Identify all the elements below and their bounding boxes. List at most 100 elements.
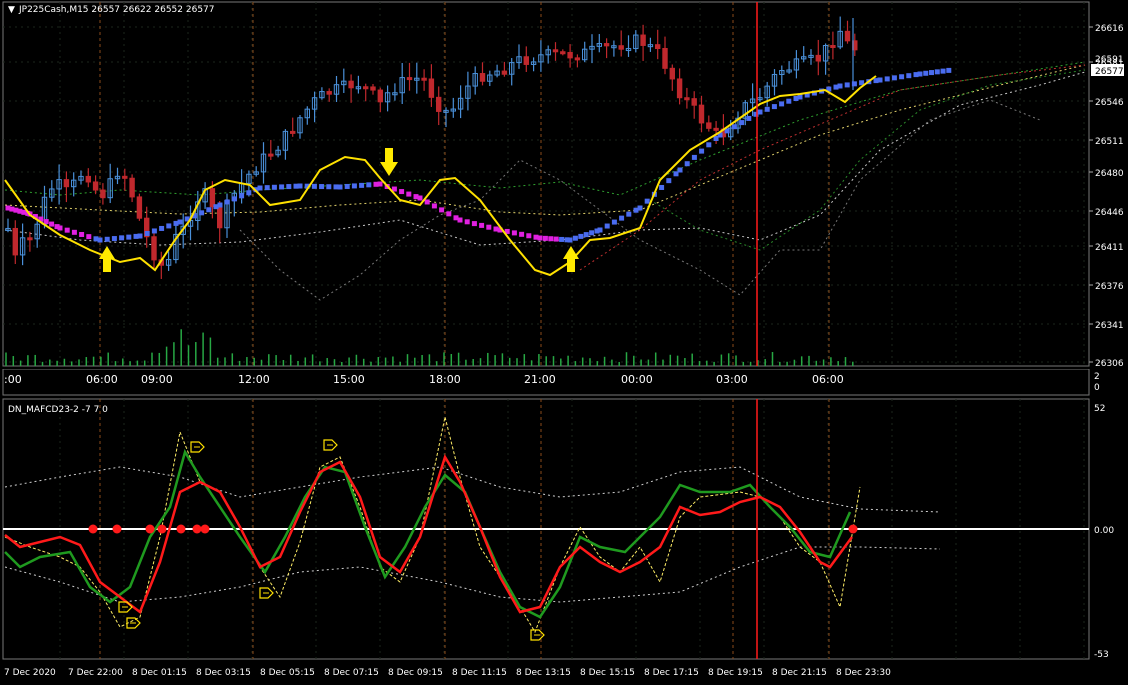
candle-body[interactable] [713, 127, 719, 131]
price-tick-label: 26376 [1095, 282, 1124, 292]
candle-body[interactable] [136, 196, 143, 219]
zero-cross-dot [145, 524, 155, 534]
candle-body[interactable] [574, 57, 581, 61]
candle-body[interactable] [706, 122, 712, 129]
time-tick-label: 06:00 [86, 373, 118, 386]
trend-ma-point [97, 237, 103, 243]
trend-ma-point [417, 195, 423, 201]
trend-ma-point [731, 124, 737, 130]
date-tick-label: 8 Dec 11:15 [452, 668, 507, 678]
zero-cross-dot [157, 524, 167, 534]
time-tick-label: 00:00 [621, 373, 653, 386]
date-tick-label: 8 Dec 05:15 [260, 668, 315, 678]
date-tick-label: 8 Dec 21:15 [772, 668, 827, 678]
trend-ma-point [264, 185, 270, 191]
price-chart-canvas[interactable]: ▼ JP225Cash,M15 26557 26622 26552 26577 … [0, 0, 1128, 369]
indicator-scale-top: 52 [1094, 404, 1105, 414]
time-tick-label: 03:00 [716, 373, 748, 386]
trend-ma-point [786, 98, 792, 104]
candle-body[interactable] [815, 54, 821, 62]
candle-body[interactable] [348, 80, 354, 89]
candle-body[interactable] [63, 179, 70, 188]
time-axis-strip[interactable]: :00 06:00 09:00 12:00 15:00 18:00 21:00 00:00 03… [0, 368, 1128, 397]
candle-body[interactable] [669, 67, 675, 80]
candle-body[interactable] [603, 43, 610, 47]
candle-body[interactable] [12, 227, 19, 256]
trend-ma-point [567, 237, 573, 243]
trend-ma-point [940, 68, 946, 74]
trend-ma-point [239, 193, 245, 199]
candle-body[interactable] [122, 175, 128, 179]
candle-body[interactable] [560, 51, 566, 55]
time-tick-label: 18:00 [429, 373, 461, 386]
trend-ma-point [666, 178, 672, 184]
trend-ma-point [659, 184, 665, 190]
candle-body[interactable] [85, 175, 91, 183]
candle-body[interactable] [326, 91, 332, 95]
trend-ma-point [424, 199, 430, 205]
trend-ma-point [542, 235, 548, 241]
date-axis-strip[interactable]: 7 Dec 2020 7 Dec 22:00 8 Dec 01:15 8 Dec 03… [0, 661, 1128, 681]
trend-ma-point [906, 73, 912, 79]
candle-body[interactable] [479, 73, 486, 82]
candle-body[interactable] [501, 70, 508, 75]
candle-body[interactable] [662, 48, 668, 69]
chart-menu-icon[interactable]: ▼ [8, 5, 15, 15]
time-tick-label: 15:00 [333, 373, 365, 386]
candle-body[interactable] [27, 237, 33, 241]
candle-body[interactable] [209, 188, 216, 208]
trend-ma-point [589, 230, 595, 236]
candle-body[interactable] [655, 44, 661, 50]
candle-body[interactable] [370, 86, 376, 91]
candle-body[interactable] [421, 77, 427, 81]
indicator-pane[interactable]: DN_MAFCD23-2 -7 7 0 52 0.00 -53 [0, 397, 1128, 661]
trend-ma-point [279, 184, 285, 190]
date-tick-label: 8 Dec 17:15 [644, 668, 699, 678]
candle-body[interactable] [268, 153, 274, 157]
indicator-canvas[interactable]: DN_MAFCD23-2 -7 7 0 52 0.00 -53 [0, 397, 1128, 661]
candle-body[interactable] [217, 206, 223, 229]
candle-body[interactable] [640, 34, 646, 46]
trend-ma-point [137, 233, 143, 239]
candle-body[interactable] [684, 97, 690, 101]
candle-body[interactable] [290, 130, 296, 134]
candle-body[interactable] [100, 189, 106, 199]
candle-body[interactable] [523, 56, 529, 65]
trend-ma-point [877, 77, 883, 83]
candle-body[interactable] [552, 49, 559, 53]
indicator-scale-bottom: -53 [1094, 650, 1109, 660]
candle-body[interactable] [428, 78, 435, 98]
trend-ma-point [457, 217, 463, 223]
candle-body[interactable] [436, 96, 442, 112]
candle-body[interactable] [363, 86, 369, 90]
trend-ma-point [344, 183, 350, 189]
candle-body[interactable] [830, 45, 836, 49]
candle-body[interactable] [618, 45, 624, 50]
trend-ma-point [337, 184, 343, 190]
date-tick-label: 8 Dec 23:30 [836, 668, 891, 678]
trend-ma-point [231, 196, 237, 202]
candle-body[interactable] [698, 104, 705, 124]
candle-body[interactable] [567, 51, 573, 59]
price-chart-pane[interactable]: ▼ JP225Cash,M15 26557 26622 26552 26577 … [0, 0, 1128, 369]
trend-ma-point [399, 189, 405, 195]
candle-body[interactable] [844, 30, 851, 42]
zero-cross-dot [88, 524, 98, 534]
candle-body[interactable] [691, 98, 697, 106]
candle-body[interactable] [151, 236, 157, 261]
candle-body[interactable] [92, 181, 99, 191]
trend-ma-point [326, 184, 332, 190]
trend-ma-point [104, 236, 110, 242]
candle-body[interactable] [129, 177, 135, 198]
trend-ma-point [891, 75, 897, 81]
candle-body[interactable] [676, 78, 683, 99]
zero-cross-dot [848, 524, 858, 534]
zero-cross-dot [200, 524, 210, 534]
trend-ma-point [691, 154, 697, 160]
trend-ma-point [359, 182, 365, 188]
trend-ma-point [844, 82, 850, 88]
candle-body[interactable] [377, 89, 384, 103]
zero-cross-dot [192, 524, 202, 534]
candle-body[interactable] [406, 77, 413, 81]
trend-ma-point [677, 167, 683, 173]
